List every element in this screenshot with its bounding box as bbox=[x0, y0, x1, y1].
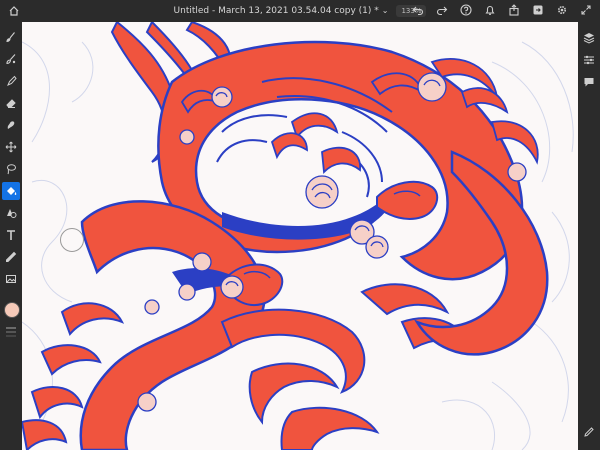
drawing-canvas[interactable] bbox=[22, 22, 578, 450]
export-icon[interactable] bbox=[530, 2, 546, 18]
image-import-tool[interactable] bbox=[2, 270, 20, 288]
smudge-tool[interactable] bbox=[2, 116, 20, 134]
top-bar: Untitled - March 13, 2021 03.54.04 copy … bbox=[0, 0, 600, 22]
current-color-swatch[interactable] bbox=[4, 302, 20, 318]
right-toolbar bbox=[578, 22, 600, 450]
layers-icon[interactable] bbox=[581, 30, 597, 46]
expand-icon[interactable] bbox=[578, 2, 594, 18]
paint-bucket-icon bbox=[7, 187, 17, 195]
home-icon[interactable] bbox=[6, 3, 22, 19]
upper-head bbox=[376, 180, 439, 220]
eraser-tool[interactable] bbox=[2, 94, 20, 112]
watercolor-brush-icon bbox=[6, 54, 16, 65]
pen-brush-icon bbox=[7, 75, 17, 86]
lasso-tool[interactable] bbox=[2, 160, 20, 178]
vector-brush-tool[interactable] bbox=[2, 72, 20, 90]
layer-properties-icon[interactable] bbox=[581, 52, 597, 68]
fill-tool[interactable] bbox=[2, 182, 20, 200]
shapes-icon bbox=[7, 209, 17, 218]
top-right-group bbox=[410, 2, 594, 18]
help-icon[interactable] bbox=[458, 2, 474, 18]
brush-icon bbox=[6, 32, 15, 43]
share-icon[interactable] bbox=[506, 2, 522, 18]
text-tool[interactable] bbox=[2, 226, 20, 244]
lasso-icon bbox=[7, 164, 16, 175]
settings-icon[interactable] bbox=[554, 2, 570, 18]
smudge-icon bbox=[7, 121, 15, 129]
top-left-group bbox=[6, 3, 22, 19]
brush-cursor bbox=[60, 228, 84, 252]
eraser-icon bbox=[6, 99, 16, 108]
left-toolbar bbox=[0, 22, 22, 450]
document-title-text: Untitled - March 13, 2021 03.54.04 copy … bbox=[173, 6, 379, 16]
eyedropper-icon bbox=[6, 251, 17, 262]
pixel-brush-tool[interactable] bbox=[2, 28, 20, 46]
layer-stack-icon[interactable] bbox=[5, 325, 17, 341]
redo-icon[interactable] bbox=[434, 2, 450, 18]
undo-icon[interactable] bbox=[410, 2, 426, 18]
notifications-icon[interactable] bbox=[482, 2, 498, 18]
document-title[interactable]: Untitled - March 13, 2021 03.54.04 copy … bbox=[174, 6, 389, 16]
live-brush-tool[interactable] bbox=[2, 50, 20, 68]
eyedropper-tool[interactable] bbox=[2, 248, 20, 266]
chevron-down-icon: ⌄ bbox=[381, 6, 389, 15]
text-t-icon bbox=[7, 230, 15, 240]
artwork bbox=[22, 22, 574, 450]
comments-icon[interactable] bbox=[581, 74, 597, 90]
image-icon bbox=[6, 275, 16, 283]
move-arrows-icon bbox=[5, 141, 17, 153]
edit-pencil-icon[interactable] bbox=[581, 424, 597, 440]
transform-tool[interactable] bbox=[2, 138, 20, 156]
shapes-tool[interactable] bbox=[2, 204, 20, 222]
